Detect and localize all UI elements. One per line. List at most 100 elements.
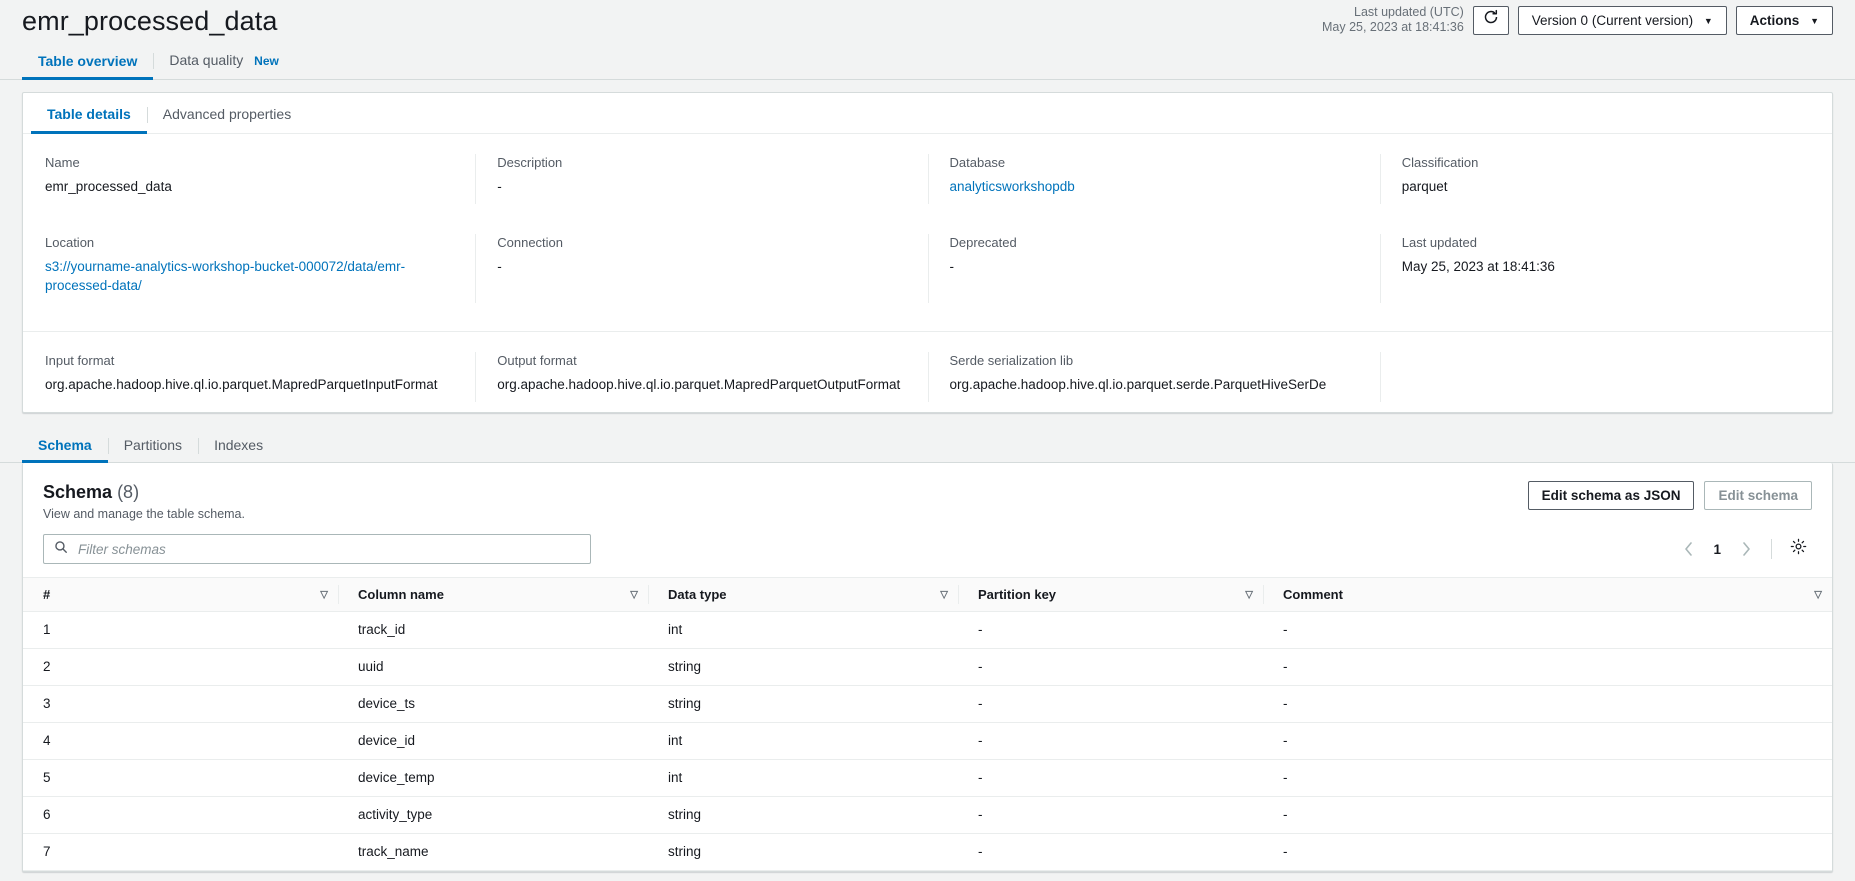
detail-label: Input format	[45, 353, 115, 368]
sort-icon[interactable]: ▽	[1814, 589, 1822, 600]
tab-divider	[198, 438, 200, 454]
detail-value: -	[497, 179, 502, 194]
cell-partition-key: -	[958, 759, 1263, 797]
detail-label: Output format	[497, 353, 577, 368]
detail-field-input-format: Input format org.apache.hadoop.hive.ql.i…	[23, 352, 475, 412]
detail-field-empty	[1379, 352, 1832, 412]
cell-column-name: uuid	[338, 648, 648, 686]
cell-comment: -	[1263, 759, 1832, 797]
tab-table-details[interactable]: Table details	[31, 106, 147, 134]
detail-value: -	[497, 259, 502, 274]
column-header-column-name[interactable]: Column name ▽	[338, 577, 648, 612]
detail-label: Serde serialization lib	[949, 353, 1074, 368]
cell-partition-key: -	[958, 833, 1263, 871]
detail-field-description: Description -	[475, 154, 927, 214]
refresh-icon	[1483, 7, 1499, 34]
tab-schema[interactable]: Schema	[22, 437, 108, 463]
detail-label: Classification	[1401, 155, 1479, 170]
cell-column-name: activity_type	[338, 796, 648, 834]
detail-label: Deprecated	[949, 235, 1017, 250]
inner-tabs: Table details Advanced properties	[23, 93, 1832, 134]
schema-tabs: Schema Partitions Indexes	[0, 429, 1855, 463]
detail-value: org.apache.hadoop.hive.ql.io.parquet.Map…	[497, 377, 901, 392]
column-header-label: #	[43, 587, 51, 602]
cell-number: 4	[23, 722, 338, 760]
detail-field-database: Database analyticsworkshopdb	[927, 154, 1380, 214]
cell-number: 6	[23, 796, 338, 834]
column-header-label: Comment	[1283, 587, 1343, 602]
cell-data-type: string	[648, 833, 958, 871]
tab-divider	[107, 438, 109, 454]
column-header-label: Data type	[668, 587, 727, 602]
tab-partitions[interactable]: Partitions	[107, 437, 198, 462]
column-header-number[interactable]: # ▽	[23, 577, 338, 612]
cell-comment: -	[1263, 685, 1832, 723]
actions-dropdown[interactable]: Actions ▼	[1735, 5, 1833, 35]
table-header-row: # ▽ Column name ▽ Data type ▽ Partition …	[23, 577, 1832, 612]
detail-field-deprecated: Deprecated -	[927, 234, 1380, 313]
tab-divider	[153, 53, 155, 69]
column-header-label: Partition key	[978, 587, 1057, 602]
schema-count: (8)	[117, 482, 140, 502]
edit-schema-button[interactable]: Edit schema	[1704, 481, 1812, 510]
sort-icon[interactable]: ▽	[630, 589, 638, 600]
last-updated-label: Last updated (UTC)	[1354, 5, 1464, 19]
sort-icon[interactable]: ▽	[1245, 589, 1253, 600]
cell-number: 7	[23, 833, 338, 871]
cell-comment: -	[1263, 796, 1832, 834]
detail-row-3: Input format org.apache.hadoop.hive.ql.i…	[23, 331, 1832, 412]
tab-indexes[interactable]: Indexes	[198, 437, 279, 462]
tab-data-quality[interactable]: Data quality New	[153, 52, 295, 79]
chevron-down-icon: ▼	[1703, 15, 1713, 26]
pagination: 1	[1675, 535, 1812, 563]
cell-data-type: int	[648, 722, 958, 760]
schema-title-text: Schema	[43, 482, 113, 502]
location-link[interactable]: s3://yourname-analytics-workshop-bucket-…	[45, 259, 405, 293]
sort-icon[interactable]: ▽	[940, 589, 948, 600]
detail-row-2: Location s3://yourname-analytics-worksho…	[23, 214, 1832, 313]
search-box[interactable]	[43, 534, 591, 564]
previous-page-button[interactable]	[1675, 536, 1701, 562]
column-header-comment[interactable]: Comment ▽	[1263, 577, 1832, 612]
schema-heading-block: Schema (8) View and manage the table sch…	[43, 481, 245, 522]
table-row: 6 activity_type string - -	[23, 796, 1832, 834]
search-icon	[54, 540, 68, 559]
tab-advanced-properties[interactable]: Advanced properties	[146, 106, 307, 133]
edit-schema-as-json-button[interactable]: Edit schema as JSON	[1527, 481, 1695, 510]
page-header: emr_processed_data Last updated (UTC) Ma…	[0, 0, 1855, 44]
tab-table-overview[interactable]: Table overview	[22, 53, 154, 80]
tab-table-overview-label: Table overview	[38, 53, 138, 69]
detail-value: parquet	[1401, 179, 1448, 194]
detail-label: Description	[497, 155, 563, 170]
cell-comment: -	[1263, 833, 1832, 871]
page-number[interactable]: 1	[1705, 542, 1729, 557]
tab-indexes-label: Indexes	[214, 437, 264, 453]
column-header-data-type[interactable]: Data type ▽	[648, 577, 958, 612]
cell-column-name: device_ts	[338, 685, 648, 723]
next-page-button[interactable]	[1733, 536, 1759, 562]
actions-label: Actions	[1749, 12, 1800, 28]
refresh-button[interactable]	[1472, 5, 1509, 35]
cell-column-name: track_name	[338, 833, 648, 871]
header-actions: Last updated (UTC) May 25, 2023 at 18:41…	[1322, 4, 1833, 35]
cell-partition-key: -	[958, 722, 1263, 760]
database-link[interactable]: analyticsworkshopdb	[950, 179, 1075, 194]
detail-label: Name	[45, 155, 80, 170]
tab-table-details-label: Table details	[47, 106, 131, 122]
detail-row-1: Name emr_processed_data Description - Da…	[23, 134, 1832, 214]
cell-comment: -	[1263, 648, 1832, 686]
sort-icon[interactable]: ▽	[320, 589, 328, 600]
settings-button[interactable]	[1784, 535, 1812, 563]
column-header-partition-key[interactable]: Partition key ▽	[958, 577, 1263, 612]
cell-column-name: device_id	[338, 722, 648, 760]
tab-advanced-properties-label: Advanced properties	[162, 106, 292, 122]
detail-label: Last updated	[1401, 235, 1477, 250]
detail-value: May 25, 2023 at 18:41:36	[1401, 259, 1555, 274]
detail-field-name: Name emr_processed_data	[23, 154, 475, 214]
cell-number: 5	[23, 759, 338, 797]
version-dropdown[interactable]: Version 0 (Current version) ▼	[1517, 5, 1727, 35]
filter-schemas-input[interactable]	[76, 540, 580, 558]
last-updated-block: Last updated (UTC) May 25, 2023 at 18:41…	[1322, 5, 1464, 35]
cell-number: 1	[23, 611, 338, 649]
cell-data-type: string	[648, 685, 958, 723]
